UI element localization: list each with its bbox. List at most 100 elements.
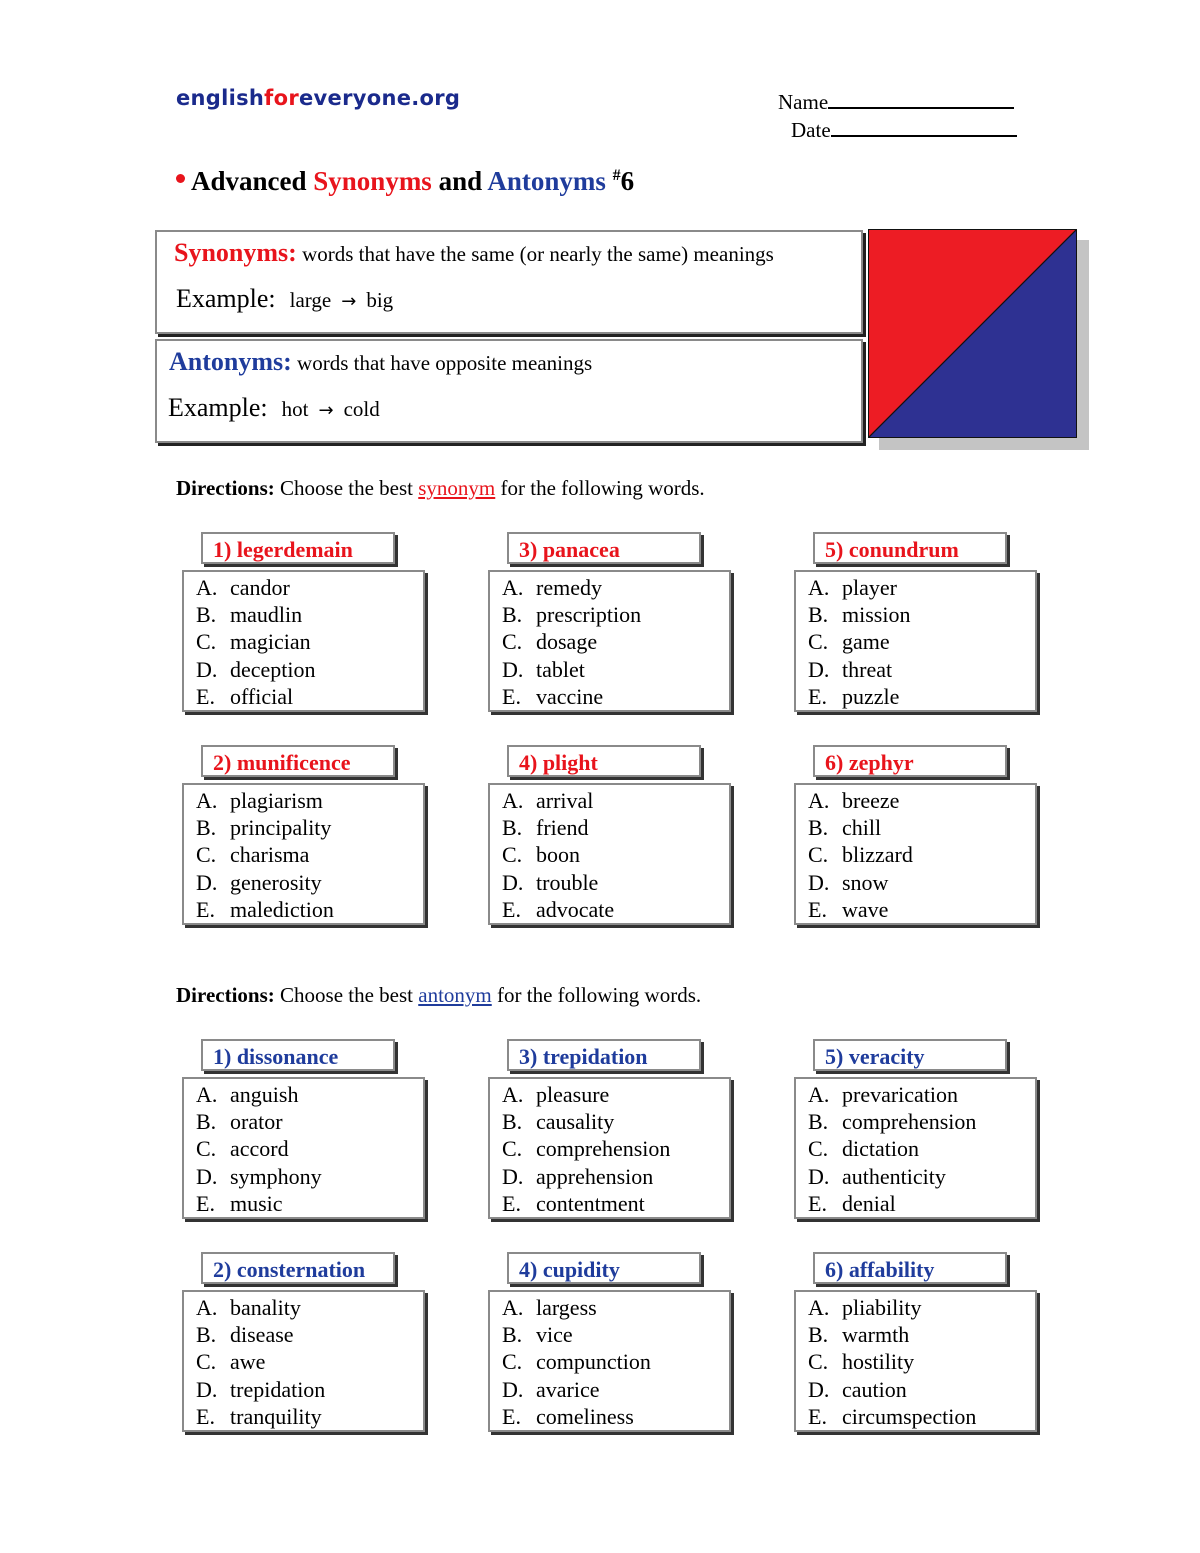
synonym-question-1: 1) legerdemain A. candor B. maudlin C. magicia… [182, 532, 432, 722]
answer-option[interactable]: D. caution [808, 1376, 1035, 1403]
answer-option[interactable]: A. remedy [502, 574, 729, 601]
answer-option[interactable]: D. symphony [196, 1163, 423, 1190]
antonyms-definition-box: Antonyms: words that have opposite meani… [155, 339, 863, 443]
option-letter: E. [196, 1403, 215, 1429]
answer-option[interactable]: B. disease [196, 1321, 423, 1348]
option-letter: C. [196, 842, 217, 868]
option-letter: C. [196, 1349, 217, 1375]
answer-option[interactable]: B. prescription [502, 601, 729, 628]
answer-option[interactable]: B. vice [502, 1321, 729, 1348]
option-letter: C. [808, 842, 829, 868]
synonym-question-4: 4) plight A. arrival B. friend C. boon D. troubl… [488, 745, 738, 935]
answer-option[interactable]: C. game [808, 628, 1035, 655]
answer-option[interactable]: D. snow [808, 869, 1035, 896]
answer-option[interactable]: B. principality [196, 814, 423, 841]
answer-option[interactable]: C. dosage [502, 628, 729, 655]
antonyms-example: Example: hot → cold [168, 393, 380, 423]
answer-option[interactable]: C. accord [196, 1135, 423, 1162]
name-date-fields: Name Date [778, 88, 1017, 144]
synonym-keyword-link[interactable]: synonym [418, 476, 495, 500]
option-letter: A. [196, 1082, 218, 1107]
answer-option[interactable]: E. malediction [196, 896, 423, 923]
answer-option[interactable]: D. tablet [502, 656, 729, 683]
date-field[interactable]: Date [778, 116, 1017, 144]
option-word: trouble [536, 869, 599, 895]
option-letter: E. [196, 683, 215, 709]
option-letter: D. [196, 1376, 218, 1402]
answer-option[interactable]: E. denial [808, 1190, 1035, 1217]
answer-option[interactable]: A. player [808, 574, 1035, 601]
answer-option[interactable]: B. warmth [808, 1321, 1035, 1348]
answer-option[interactable]: C. compunction [502, 1348, 729, 1375]
example-to: cold [343, 397, 380, 421]
answer-option[interactable]: A. prevarication [808, 1081, 1035, 1108]
answer-option[interactable]: C. hostility [808, 1348, 1035, 1375]
answer-option[interactable]: E. official [196, 683, 423, 710]
option-word: breeze [842, 788, 900, 813]
option-word: threat [842, 656, 893, 682]
option-letter: C. [502, 1349, 523, 1375]
option-word: warmth [842, 1322, 910, 1348]
answer-option[interactable]: E. advocate [502, 896, 729, 923]
answer-option[interactable]: B. causality [502, 1108, 729, 1135]
answer-option[interactable]: B. friend [502, 814, 729, 841]
answer-option[interactable]: D. trepidation [196, 1376, 423, 1403]
answer-option[interactable]: B. chill [808, 814, 1035, 841]
antonym-question-4: 4) cupidity A. largess B. vice C. compunction D… [488, 1252, 738, 1442]
answer-option[interactable]: B. mission [808, 601, 1035, 628]
answer-option[interactable]: B. comprehension [808, 1108, 1035, 1135]
answer-option[interactable]: A. pleasure [502, 1081, 729, 1108]
answer-option[interactable]: D. apprehension [502, 1163, 729, 1190]
answer-option[interactable]: C. dictation [808, 1135, 1035, 1162]
answer-option[interactable]: D. authenticity [808, 1163, 1035, 1190]
option-word: music [230, 1190, 283, 1216]
answer-option[interactable]: E. wave [808, 896, 1035, 923]
answer-options-box: A. banality B. disease C. awe D. trepidation E. t… [182, 1290, 425, 1432]
option-word: dosage [536, 629, 598, 655]
answer-option[interactable]: C. magician [196, 628, 423, 655]
option-word: caution [842, 1376, 907, 1402]
option-word: awe [230, 1349, 266, 1375]
answer-option[interactable]: D. threat [808, 656, 1035, 683]
option-letter: D. [502, 869, 524, 895]
answer-option[interactable]: E. puzzle [808, 683, 1035, 710]
answer-option[interactable]: C. comprehension [502, 1135, 729, 1162]
answer-option[interactable]: E. music [196, 1190, 423, 1217]
answer-option[interactable]: E. contentment [502, 1190, 729, 1217]
option-letter: D. [502, 1163, 524, 1189]
answer-option[interactable]: A. pliability [808, 1294, 1035, 1321]
option-letter: A. [502, 1295, 524, 1320]
answer-option[interactable]: D. trouble [502, 869, 729, 896]
title-hash: # [612, 167, 621, 184]
name-blank-line[interactable] [828, 89, 1015, 109]
answer-option[interactable]: A. candor [196, 574, 423, 601]
answer-option[interactable]: A. arrival [502, 787, 729, 814]
antonym-keyword-link[interactable]: antonym [418, 983, 492, 1007]
name-field[interactable]: Name [778, 88, 1017, 116]
answer-option[interactable]: E. circumspection [808, 1403, 1035, 1430]
answer-option[interactable]: D. generosity [196, 869, 423, 896]
title-word-synonyms: Synonyms [313, 166, 432, 196]
answer-option[interactable]: D. avarice [502, 1376, 729, 1403]
date-blank-line[interactable] [830, 117, 1017, 137]
answer-option[interactable]: B. orator [196, 1108, 423, 1135]
answer-option[interactable]: E. comeliness [502, 1403, 729, 1430]
answer-option[interactable]: A. anguish [196, 1081, 423, 1108]
directions-label: Directions: [176, 476, 275, 500]
answer-option[interactable]: A. largess [502, 1294, 729, 1321]
answer-option[interactable]: A. breeze [808, 787, 1035, 814]
answer-option[interactable]: B. maudlin [196, 601, 423, 628]
answer-option[interactable]: A. banality [196, 1294, 423, 1321]
answer-option[interactable]: C. blizzard [808, 841, 1035, 868]
answer-option[interactable]: E. tranquility [196, 1403, 423, 1430]
answer-option[interactable]: C. awe [196, 1348, 423, 1375]
antonyms-text: words that have opposite meanings [297, 351, 593, 375]
answer-option[interactable]: D. deception [196, 656, 423, 683]
answer-option[interactable]: C. boon [502, 841, 729, 868]
option-word: disease [230, 1322, 294, 1348]
answer-option[interactable]: E. vaccine [502, 683, 729, 710]
answer-option[interactable]: C. charisma [196, 841, 423, 868]
question-word-label: 3) panacea [507, 532, 701, 564]
answer-option[interactable]: A. plagiarism [196, 787, 423, 814]
option-word: game [842, 629, 890, 655]
